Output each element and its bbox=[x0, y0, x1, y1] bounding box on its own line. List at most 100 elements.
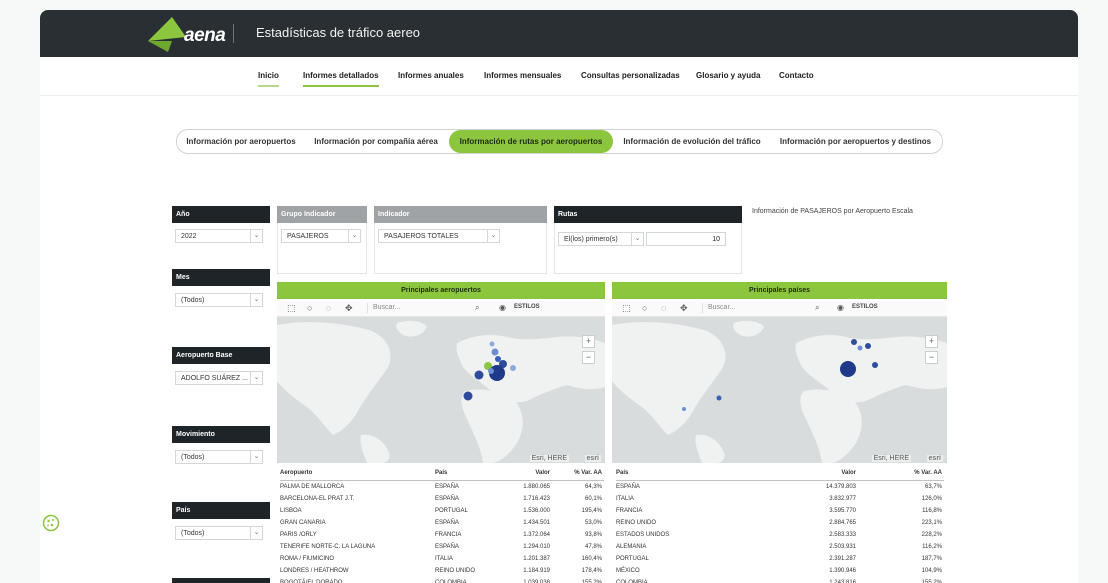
filter-pais-select[interactable]: (Todos) ⌄ bbox=[175, 526, 263, 540]
airport-country: ITALIA bbox=[435, 556, 453, 562]
airport-country: FRANCIA bbox=[435, 532, 462, 538]
map-airports-title: Principales aeropuertos bbox=[277, 282, 605, 299]
map-airports[interactable]: + − Esri, HERE esri bbox=[277, 317, 605, 463]
table-row[interactable]: GRAN CANARIA ESPAÑA 1.434.501 53,0% bbox=[280, 519, 604, 531]
airport-value: 1.536.000 bbox=[523, 508, 550, 514]
rutas-label: Rutas bbox=[554, 206, 742, 223]
col-aeropuerto: Aeropuerto bbox=[280, 470, 313, 476]
table-row[interactable]: PALMA DE MALLORCA ESPAÑA 1.880.065 64,3% bbox=[280, 483, 604, 495]
grupo-indicador-label: Grupo Indicador bbox=[277, 206, 367, 223]
tab-rutas[interactable]: Información de rutas por aeropuertos bbox=[449, 130, 613, 153]
aena-logo[interactable]: aena bbox=[146, 15, 236, 53]
brand-wordmark: aena bbox=[184, 25, 226, 46]
airport-var: 64,3% bbox=[584, 484, 602, 490]
tab-aeropuertos-destinos[interactable]: Información por aeropuertos y destinos bbox=[773, 130, 938, 153]
circle-select-icon[interactable]: ○ bbox=[307, 303, 312, 313]
map-countries[interactable]: + − Esri, HERE esri bbox=[612, 317, 947, 463]
airport-name: ROMA / FIUMICINO bbox=[280, 556, 334, 562]
table-row[interactable]: LONDRES / HEATHROW REINO UNIDO 1.184.919 17… bbox=[280, 567, 604, 579]
tab-compania[interactable]: Información por compañía aérea bbox=[307, 130, 445, 153]
grupo-indicador-select[interactable]: PASAJEROS ⌄ bbox=[281, 229, 361, 243]
airport-value: 1.716.423 bbox=[523, 496, 550, 502]
pan-icon[interactable]: ✥ bbox=[345, 303, 353, 314]
rutas-count-input[interactable]: 10 bbox=[646, 232, 726, 246]
airport-name: PALMA DE MALLORCA bbox=[280, 484, 345, 490]
country-value: 1.390.946 bbox=[829, 568, 856, 574]
map-countries-toolbar: ⬚ ○ ◌ ✥ Buscar... ⌕ ◉ ESTILOS bbox=[612, 301, 947, 317]
cookie-settings-icon[interactable] bbox=[42, 514, 60, 532]
country-var: 228,2% bbox=[921, 532, 942, 538]
filter-mes-value: (Todos) bbox=[181, 297, 205, 304]
map-countries-search[interactable]: Buscar... bbox=[702, 303, 828, 313]
airport-name: GRAN CANARIA bbox=[280, 520, 326, 526]
country-value: 2.503.931 bbox=[829, 544, 856, 550]
table-row[interactable]: REINO UNIDO 2.884.765 223,1% bbox=[616, 519, 944, 531]
nav-glosario-ayuda[interactable]: Glosario y ayuda bbox=[696, 71, 760, 80]
top-bar: aena Estadísticas de tráfico aereo bbox=[40, 10, 1078, 57]
table-row[interactable]: PORTUGAL 2.391.287 187,7% bbox=[616, 555, 944, 567]
country-var: 104,9% bbox=[921, 568, 942, 574]
airport-value: 1.184.919 bbox=[523, 568, 550, 574]
nav-informes-anuales[interactable]: Informes anuales bbox=[398, 71, 464, 80]
filter-movimiento-select[interactable]: (Todos) ⌄ bbox=[175, 450, 263, 464]
table-row[interactable]: FRANCIA 3.595.770 116,8% bbox=[616, 507, 944, 519]
table-row[interactable]: ROMA / FIUMICINO ITALIA 1.201.387 160,4% bbox=[280, 555, 604, 567]
col-var: % Var. AA bbox=[574, 470, 602, 476]
table-row[interactable]: PARIS /ORLY FRANCIA 1.372.064 93,8% bbox=[280, 531, 604, 543]
table-row[interactable]: TENERIFE NORTE-C. LA LAGUNA ESPAÑA 1.294.0… bbox=[280, 543, 604, 555]
rutas-select[interactable]: El(los) primero(s) ⌄ bbox=[558, 232, 644, 246]
rectangle-select-icon[interactable]: ⬚ bbox=[287, 303, 296, 314]
airport-var: 93,8% bbox=[584, 532, 602, 538]
table-row[interactable]: ALEMANIA 2.503.931 116,2% bbox=[616, 543, 944, 555]
table-row[interactable]: BOGOTÁ/EL DORADO COLOMBIA 1.039.038 155,2% bbox=[280, 579, 604, 583]
country-value: 2.391.287 bbox=[829, 556, 856, 562]
country-name: PORTUGAL bbox=[616, 556, 649, 562]
country-name: REINO UNIDO bbox=[616, 520, 657, 526]
filter-mes-select[interactable]: (Todos) ⌄ bbox=[175, 293, 263, 307]
airport-name: BARCELONA-EL PRAT J.T. bbox=[280, 496, 355, 502]
indicador-value: PASAJEROS TOTALES bbox=[384, 233, 459, 240]
country-var: 223,1% bbox=[921, 520, 942, 526]
map-airports-toolbar: ⬚ ○ ◌ ✥ Buscar... ⌕ ◉ ESTILOS bbox=[277, 301, 605, 317]
rectangle-select-icon[interactable]: ⬚ bbox=[622, 303, 631, 314]
airport-value: 1.434.501 bbox=[523, 520, 550, 526]
table-row[interactable]: MÉXICO 1.390.946 104,9% bbox=[616, 567, 944, 579]
filter-anio-value: 2022 bbox=[181, 233, 197, 240]
lasso-select-icon[interactable]: ◌ bbox=[326, 303, 331, 313]
rutas-value: El(los) primero(s) bbox=[564, 236, 618, 243]
table-row[interactable]: BARCELONA-EL PRAT J.T. ESPAÑA 1.716.423 60,… bbox=[280, 495, 604, 507]
nav-informes-mensuales[interactable]: Informes mensuales bbox=[484, 71, 561, 80]
nav-inicio[interactable]: Inicio bbox=[258, 71, 279, 87]
filter-pais-label: País bbox=[172, 502, 270, 519]
lasso-select-icon[interactable]: ◌ bbox=[661, 303, 666, 313]
table-row[interactable]: ESTADOS UNIDOS 2.583.333 228,2% bbox=[616, 531, 944, 543]
country-value: 3.832.977 bbox=[829, 496, 856, 502]
indicador-select[interactable]: PASAJEROS TOTALES ⌄ bbox=[378, 229, 500, 243]
airport-value: 1.294.010 bbox=[523, 544, 550, 550]
nav-contacto[interactable]: Contacto bbox=[779, 71, 814, 80]
filter-aeropuerto-select[interactable]: ADOLFO SUÁREZ ... ⌄ bbox=[175, 371, 263, 385]
tab-aeropuertos[interactable]: Información por aeropuertos bbox=[181, 130, 301, 153]
filter-more-label bbox=[172, 578, 270, 583]
pan-icon[interactable]: ✥ bbox=[680, 303, 688, 314]
nav-consultas-personalizadas[interactable]: Consultas personalizadas bbox=[581, 71, 680, 80]
table-row[interactable]: ESPAÑA 14.379.803 63,7% bbox=[616, 483, 944, 495]
table-row[interactable]: COLOMBIA 1.243.816 155,2% bbox=[616, 579, 944, 583]
country-bubbles bbox=[682, 339, 878, 411]
map-countries-estilos[interactable]: ESTILOS bbox=[852, 304, 878, 310]
airport-value: 1.880.065 bbox=[523, 484, 550, 490]
search-icon[interactable]: ⌕ bbox=[475, 303, 479, 313]
country-value: 14.379.803 bbox=[825, 484, 856, 490]
map-airports-estilos[interactable]: ESTILOS bbox=[514, 304, 540, 310]
nav-informes-detallados[interactable]: Informes detallados bbox=[303, 71, 379, 87]
table-row[interactable]: ITALIA 3.832.977 126,0% bbox=[616, 495, 944, 507]
airport-var: 60,1% bbox=[584, 496, 602, 502]
country-name: MÉXICO bbox=[616, 568, 640, 574]
airport-country: ESPAÑA bbox=[435, 520, 459, 526]
circle-select-icon[interactable]: ○ bbox=[642, 303, 647, 313]
filter-anio-select[interactable]: 2022 ⌄ bbox=[175, 229, 263, 243]
table-row[interactable]: LISBOA PORTUGAL 1.536.000 195,4% bbox=[280, 507, 604, 519]
search-icon[interactable]: ⌕ bbox=[815, 303, 819, 313]
tab-evolucion[interactable]: Información de evolución del tráfico bbox=[617, 130, 767, 153]
country-name: FRANCIA bbox=[616, 508, 643, 514]
